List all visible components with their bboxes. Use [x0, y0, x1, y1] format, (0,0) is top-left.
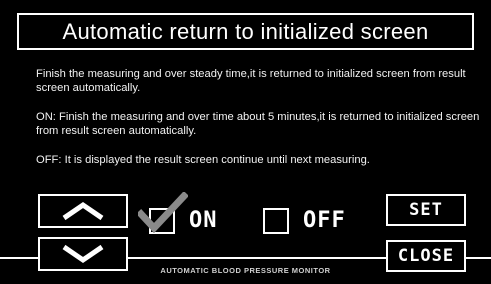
- off-checkbox[interactable]: [263, 208, 289, 234]
- description-general: Finish the measuring and over steady tim…: [36, 68, 466, 94]
- scroll-up-button[interactable]: [38, 194, 128, 228]
- description-off: OFF: It is displayed the result screen c…: [36, 154, 370, 166]
- off-label[interactable]: OFF: [303, 208, 346, 234]
- divider-line-center: [128, 257, 386, 259]
- screen-title: Automatic return to initialized screen: [17, 13, 474, 50]
- up-chevron-icon: [62, 201, 104, 221]
- divider-line-left: [0, 257, 38, 259]
- set-button[interactable]: SET: [386, 194, 466, 226]
- description-on: ON: Finish the measuring and over time a…: [36, 111, 480, 137]
- device-name-footer: AUTOMATIC BLOOD PRESSURE MONITOR: [160, 266, 331, 275]
- down-chevron-icon: [62, 244, 104, 264]
- checkmark-icon: [138, 192, 188, 234]
- settings-screen: Automatic return to initialized screen F…: [0, 0, 491, 284]
- divider-line-right: [466, 257, 491, 259]
- on-label[interactable]: ON: [189, 208, 218, 234]
